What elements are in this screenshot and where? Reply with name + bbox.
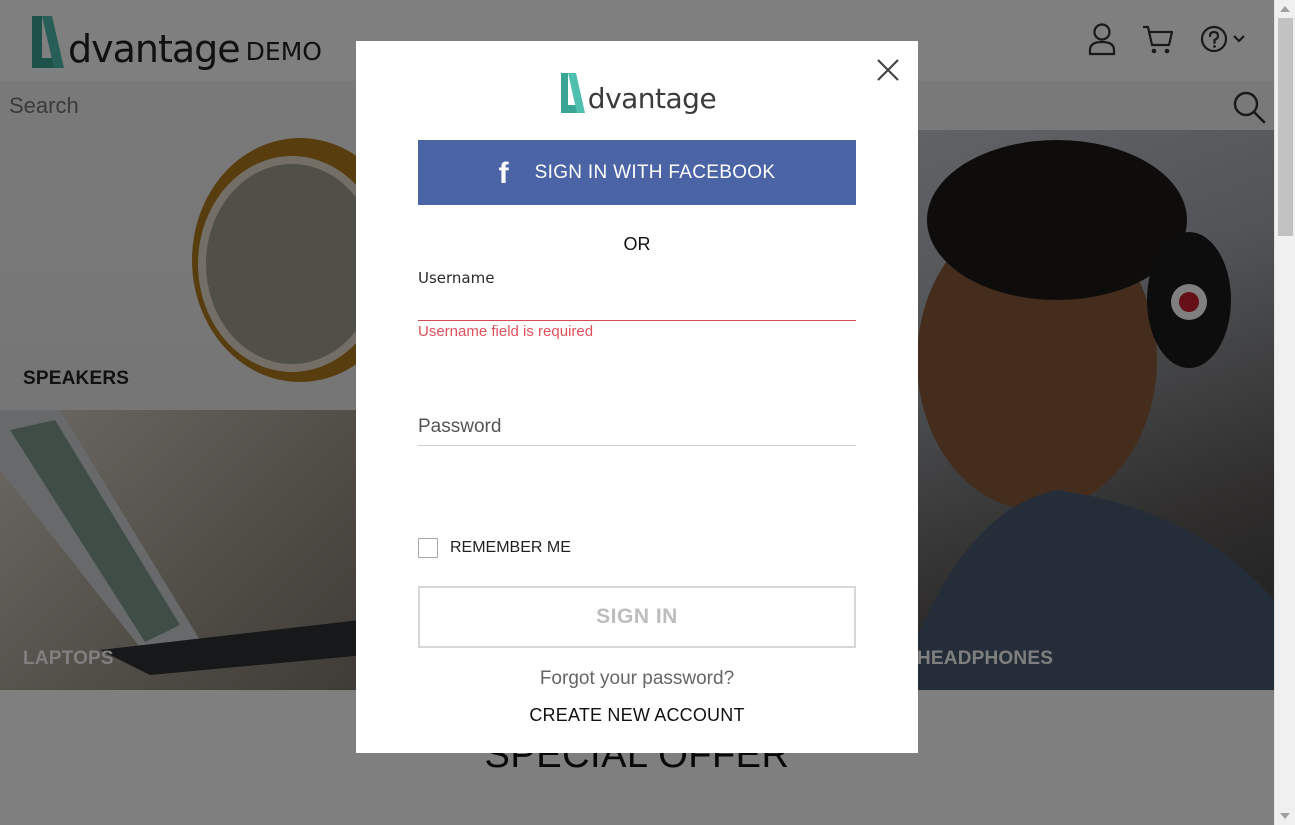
username-error-message: Username field is required xyxy=(418,323,594,340)
modal-logo: dvantage xyxy=(356,72,918,114)
username-label: Username xyxy=(418,269,495,287)
sign-in-button[interactable]: SIGN IN xyxy=(418,586,856,648)
page-scrollbar[interactable] xyxy=(1274,0,1295,825)
remember-me-option[interactable]: REMEMBER ME xyxy=(418,538,571,558)
scroll-thumb[interactable] xyxy=(1278,18,1293,236)
facebook-icon: f xyxy=(498,156,509,190)
forgot-password-link[interactable]: Forgot your password? xyxy=(356,668,918,690)
username-field[interactable] xyxy=(418,295,856,321)
facebook-signin-label: SIGN IN WITH FACEBOOK xyxy=(534,161,776,183)
or-divider-label: OR xyxy=(623,234,651,254)
password-field[interactable] xyxy=(418,409,856,446)
remember-me-label: REMEMBER ME xyxy=(450,539,571,556)
scroll-down-arrow-icon[interactable] xyxy=(1280,813,1290,819)
login-modal: dvantage f SIGN IN WITH FACEBOOK OR User… xyxy=(356,41,918,753)
create-account-link[interactable]: CREATE NEW ACCOUNT xyxy=(356,705,918,726)
modal-logo-word: dvantage xyxy=(587,82,717,115)
remember-me-checkbox[interactable] xyxy=(418,538,438,558)
logo-mark-icon xyxy=(560,73,585,113)
facebook-signin-button[interactable]: f SIGN IN WITH FACEBOOK xyxy=(418,140,856,205)
scroll-up-arrow-icon[interactable] xyxy=(1280,6,1290,12)
